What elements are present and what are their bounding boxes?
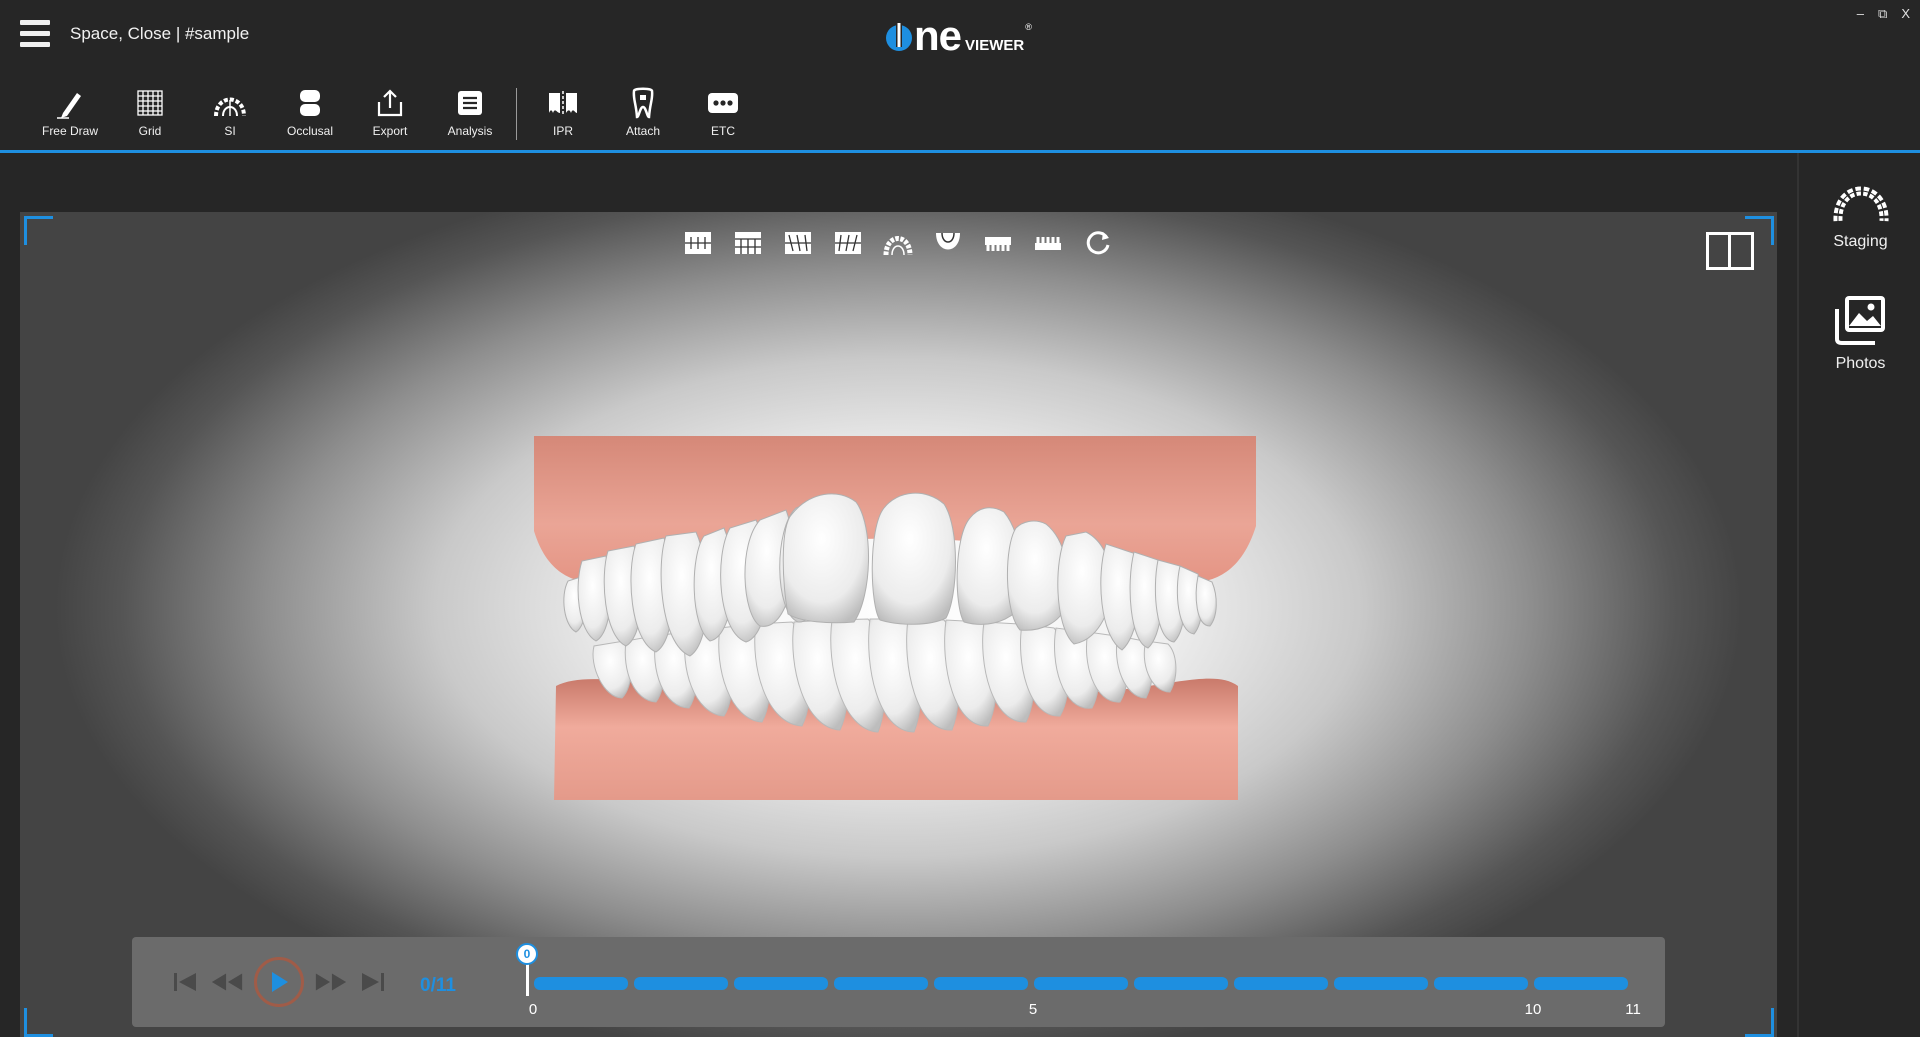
- logo-text: ne: [914, 12, 962, 59]
- timeline-tick-label: 0: [528, 1001, 538, 1018]
- analysis-icon: [453, 86, 487, 120]
- photos-icon: [1834, 296, 1885, 345]
- fast-forward-icon: [315, 973, 347, 991]
- timeline-stage-segment[interactable]: [934, 977, 1028, 990]
- header-divider: [0, 150, 1920, 153]
- timeline-stage-segment[interactable]: [1134, 977, 1228, 990]
- skip-end-icon: [362, 973, 384, 991]
- timeline-tick-label: 10: [1524, 1001, 1542, 1018]
- tool-label: ETC: [711, 124, 735, 138]
- tool-grid[interactable]: Grid: [110, 86, 190, 138]
- rewind-icon: [211, 973, 243, 991]
- step-back-button[interactable]: [210, 965, 244, 999]
- tool-attach[interactable]: Attach: [603, 86, 683, 138]
- tool-ipr[interactable]: IPR: [523, 86, 603, 138]
- export-icon: [373, 86, 407, 120]
- step-counter: 0/11: [420, 975, 456, 996]
- upper-arch-icon[interactable]: [980, 228, 1016, 258]
- skip-start-icon: [174, 973, 196, 991]
- tool-label: Occlusal: [286, 124, 333, 138]
- timeline-stage-segment[interactable]: [1434, 977, 1528, 990]
- timeline-stage-segment[interactable]: [1234, 977, 1328, 990]
- play-icon: [272, 972, 288, 992]
- play-button[interactable]: [254, 957, 304, 1007]
- skip-to-start-button[interactable]: [168, 965, 202, 999]
- skip-to-end-button[interactable]: [356, 965, 390, 999]
- app-header: Space, Close | #sample ne VIEWER ® – ⧉ X…: [0, 0, 1920, 150]
- app-logo: ne VIEWER ®: [884, 12, 1032, 59]
- window-controls: – ⧉ X: [1857, 6, 1910, 22]
- restore-button[interactable]: ⧉: [1878, 6, 1887, 22]
- logo-viewer-text: VIEWER: [965, 37, 1025, 54]
- tool-etc[interactable]: ETC: [683, 86, 763, 138]
- pencil-icon: [53, 86, 87, 120]
- staging-label: Staging: [1833, 233, 1888, 250]
- lower-occlusal-icon[interactable]: [930, 228, 966, 258]
- tool-label: Free Draw: [41, 124, 98, 138]
- logo-wordmark: ne: [884, 12, 962, 60]
- upper-front-view-icon[interactable]: [730, 228, 766, 258]
- viewport-corner-bottom-right: [1745, 1008, 1774, 1037]
- logo-o-icon: [886, 21, 912, 51]
- timeline-marker-stem: [526, 964, 529, 996]
- tool-label: IPR: [552, 124, 573, 138]
- lower-arch-icon[interactable]: [1030, 228, 1066, 258]
- timeline-stage-segment[interactable]: [834, 977, 928, 990]
- menu-icon[interactable]: [20, 20, 50, 50]
- tool-si[interactable]: SI: [190, 86, 270, 138]
- logo-registered-mark: ®: [1025, 22, 1032, 32]
- ipr-icon: [546, 86, 580, 120]
- timeline-stage-segment[interactable]: [1034, 977, 1128, 990]
- timeline-current-marker[interactable]: 0: [516, 943, 538, 965]
- split-view-button[interactable]: [1706, 232, 1754, 270]
- tool-export[interactable]: Export: [350, 86, 430, 138]
- tooth-attach-icon: [626, 86, 660, 120]
- tool-occlusal[interactable]: Occlusal: [270, 86, 350, 138]
- timeline-stage-segment[interactable]: [734, 977, 828, 990]
- reset-rotation-icon[interactable]: [1080, 228, 1116, 258]
- close-button[interactable]: X: [1901, 6, 1910, 22]
- timeline-stage-segment[interactable]: [534, 977, 628, 990]
- tool-label: Grid: [138, 124, 162, 138]
- stage-timeline[interactable]: [530, 977, 1630, 991]
- toolbar-separator: [516, 88, 517, 140]
- document-title: Space, Close | #sample: [70, 24, 250, 43]
- playback-controls: [168, 957, 390, 1007]
- timeline-stage-segment[interactable]: [1534, 977, 1628, 990]
- tool-label: Analysis: [447, 124, 493, 138]
- dental-model[interactable]: [534, 436, 1256, 800]
- staging-button[interactable]: Staging: [1799, 163, 1920, 251]
- left-view-icon[interactable]: [830, 228, 866, 258]
- tool-analysis[interactable]: Analysis: [430, 86, 510, 138]
- upper-occlusal-icon[interactable]: [880, 228, 916, 258]
- grid-icon: [133, 86, 167, 120]
- playback-bar: 0/11 0 0 5 10 11: [132, 937, 1665, 1027]
- view-orientation-toolbar: [680, 228, 1116, 258]
- main-toolbar: Free Draw Grid SI Occlusal Export Analys…: [30, 86, 763, 148]
- right-side-panel: Staging Photos: [1797, 153, 1920, 1037]
- timeline-stage-segment[interactable]: [1334, 977, 1428, 990]
- front-view-icon[interactable]: [680, 228, 716, 258]
- staging-arch-icon: [1832, 186, 1889, 222]
- tool-label: Attach: [625, 124, 661, 138]
- timeline-tick-label: 5: [1028, 1001, 1038, 1018]
- timeline-tick-label: 11: [1625, 1001, 1641, 1018]
- more-icon: [706, 86, 740, 120]
- viewport-corner-bottom-left: [24, 1008, 53, 1037]
- photos-label: Photos: [1835, 355, 1886, 372]
- right-view-icon[interactable]: [780, 228, 816, 258]
- tool-label: Export: [372, 124, 408, 138]
- occlusal-icon: [293, 86, 327, 120]
- viewport-corner-top-left: [24, 216, 53, 245]
- minimize-button[interactable]: –: [1857, 6, 1864, 22]
- step-forward-button[interactable]: [314, 965, 348, 999]
- tool-label: SI: [224, 124, 236, 138]
- photos-button[interactable]: Photos: [1799, 293, 1920, 373]
- arch-icon: [213, 86, 247, 120]
- tool-free-draw[interactable]: Free Draw: [30, 86, 110, 138]
- timeline-stage-segment[interactable]: [634, 977, 728, 990]
